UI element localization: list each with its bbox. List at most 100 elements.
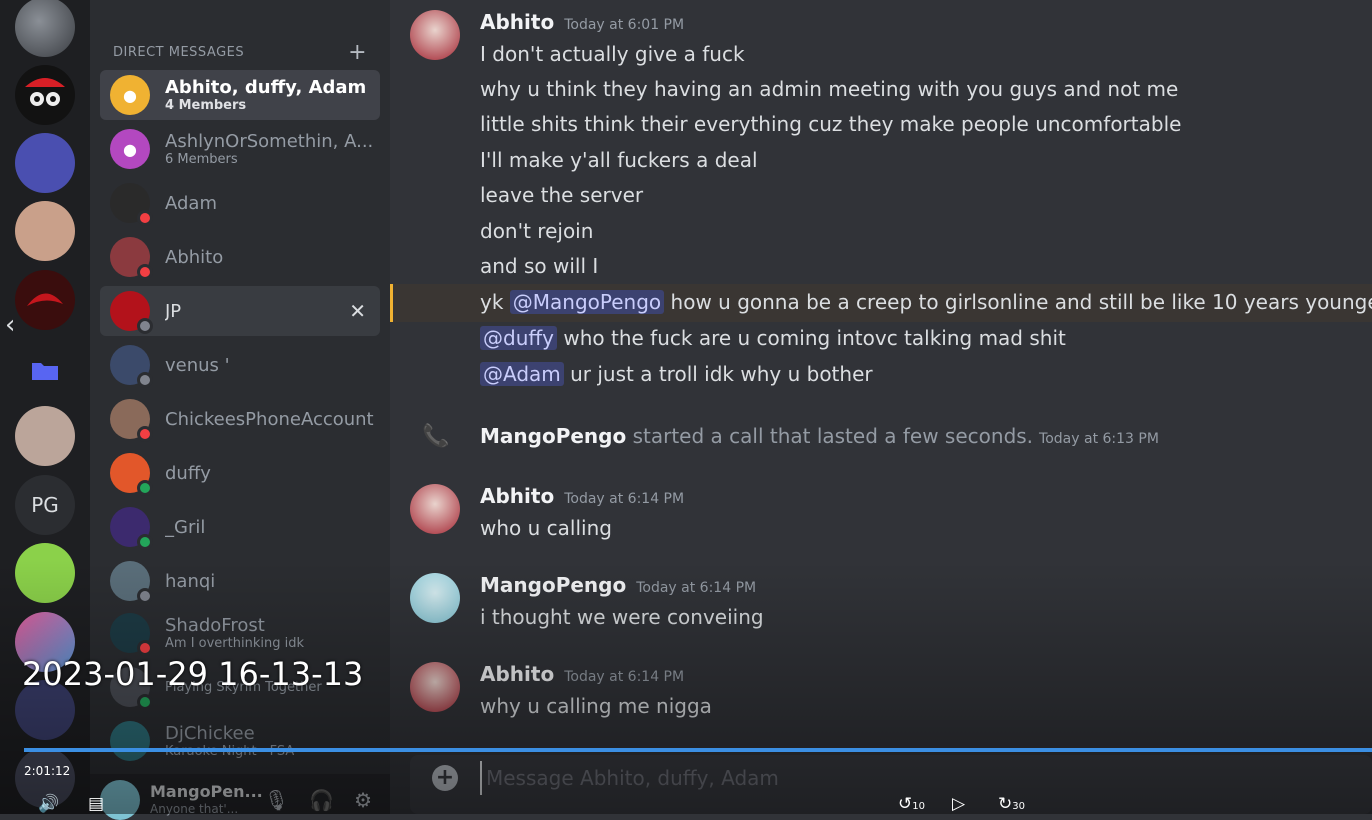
dm-item-sub: 4 Members [165,98,247,113]
message-line: I'll make y'all fuckers a deal [480,148,758,172]
status-dnd-icon [137,210,153,226]
message-line: I don't actually give a fuck [480,42,745,66]
add-attachment-plus-icon[interactable]: + [432,765,458,791]
server-icon[interactable] [15,133,75,193]
server-icon[interactable] [15,543,75,603]
seek-bar[interactable] [24,748,1372,752]
skull-hat-icon [25,78,65,106]
dm-item-name: ChickeesPhoneAccount [165,408,374,430]
call-text: started a call that lasted a few seconds… [626,424,1034,448]
dm-item-gril[interactable]: _Gril [100,502,380,552]
message-input[interactable] [480,761,1348,795]
rewind-icon[interactable]: ↺10 [898,794,925,814]
status-offline-icon [137,588,153,604]
play-icon[interactable]: ▷ [952,794,965,814]
message-header: Abhito Today at 6:01 PM [480,10,684,34]
message-line: and so will I [480,254,599,278]
dm-item-duffy[interactable]: duffy [100,448,380,498]
dm-item-hanqi[interactable]: hanqi [100,556,380,606]
gear-icon[interactable]: ⚙ [354,788,372,812]
dm-item-name: hanqi [165,570,216,592]
dm-item-jp[interactable]: JP ✕ [100,286,380,336]
status-dnd-icon [137,264,153,280]
dm-item-sub: 6 Members [165,152,238,167]
message-author[interactable]: Abhito [480,484,554,508]
dm-item-name: JP [165,300,182,322]
message-author[interactable]: MangoPengo [480,573,626,597]
dm-item-group-abhito-duffy-adam[interactable]: ● Abhito, duffy, Adam 4 Members [100,70,380,120]
chevron-left-icon[interactable]: ‹ [5,312,25,338]
captions-icon[interactable]: ▤ [88,794,104,814]
message-text: how u gonna be a creep to girlsonline an… [664,290,1372,314]
avatar[interactable] [100,780,140,820]
message-header: MangoPengo Today at 6:14 PM [480,573,756,597]
avatar [110,237,153,280]
server-icon-pg[interactable]: PG [15,475,75,535]
dm-item-abhito[interactable]: Abhito [100,232,380,282]
call-author[interactable]: MangoPengo [480,424,626,448]
microphone-icon[interactable]: 🎙 [264,788,289,812]
dm-item-djchickee[interactable]: DjChickee Karaoke Night - FSA [100,716,380,766]
dm-item-chickeesphoneaccount[interactable]: ChickeesPhoneAccount [100,394,380,444]
dm-item-shadofrost[interactable]: ShadoFrost Am I overthinking idk [100,608,380,658]
dm-item-adam[interactable]: Adam [100,178,380,228]
chat-area: Abhito Today at 6:01 PM I don't actually … [390,0,1372,814]
message-text: ur just a troll idk why u bother [563,362,873,386]
server-icon[interactable] [15,406,75,466]
seek-bar-fill [24,748,1372,752]
forward-label: 30 [1012,801,1025,812]
dm-item-name: duffy [165,462,211,484]
avatar [110,399,153,442]
server-icon[interactable] [15,0,75,57]
rewind-label: 10 [912,801,925,812]
message-header: Abhito Today at 6:14 PM [480,484,684,508]
avatar[interactable] [410,573,460,623]
forward-icon[interactable]: ↻30 [998,794,1025,814]
message-time: Today at 6:01 PM [564,17,685,33]
message-line: yk @MangoPengo how u gonna be a creep to… [480,290,1372,314]
group-avatar: ● [110,75,150,115]
volume-icon[interactable]: 🔊 [38,794,59,814]
message-line: little shits think their everything cuz … [480,112,1182,136]
headphones-icon[interactable]: 🎧 [309,788,334,812]
status-online-icon [137,534,153,550]
avatar[interactable] [410,484,460,534]
folder-icon [32,363,58,380]
dm-item-name: Abhito, duffy, Adam [165,77,367,98]
user-controls: 🎙 🎧 ⚙ [264,788,372,812]
status-dnd-icon [137,426,153,442]
mention-link[interactable]: @MangoPengo [509,290,665,314]
mention-link[interactable]: @duffy [480,326,557,350]
mention-link[interactable]: @Adam [480,362,564,386]
avatar[interactable] [410,10,460,60]
user-panel: MangoPen... Anyone that'... 🎙 🎧 ⚙ [90,774,390,820]
phone-icon: 📞 [422,424,450,449]
call-time: Today at 6:13 PM [1039,431,1159,447]
dm-item-name: AshlynOrSomethin, A... [165,131,374,152]
dm-item-venus[interactable]: venus ' [100,340,380,390]
group-avatar: ● [110,129,150,169]
message-author[interactable]: Abhito [480,662,554,686]
message-line: i thought we were conveiing [480,605,764,629]
server-folder[interactable] [15,340,75,400]
group-people-icon: ● [123,139,137,159]
message-time: Today at 6:14 PM [564,669,685,685]
message-time: Today at 6:14 PM [564,491,685,507]
create-dm-plus-icon[interactable]: + [348,40,367,65]
message-composer: + [410,755,1372,814]
dm-header-label: DIRECT MESSAGES [113,44,245,60]
status-online-icon [137,694,153,710]
avatar[interactable] [410,662,460,712]
dm-item-name: _Gril [165,516,206,538]
message-line: @duffy who the fuck are u coming intovc … [480,326,1066,350]
message-line: don't rejoin [480,219,594,243]
message-line: who u calling [480,516,612,540]
server-icon[interactable] [15,65,75,125]
avatar [110,721,150,761]
close-dm-icon[interactable]: ✕ [349,299,366,323]
dm-item-name: Abhito [165,246,224,268]
dm-item-name: venus ' [165,354,230,376]
message-author[interactable]: Abhito [480,10,554,34]
dm-item-group-ashlyn[interactable]: ● AshlynOrSomethin, A... 6 Members [100,124,380,174]
server-icon[interactable] [15,201,75,261]
